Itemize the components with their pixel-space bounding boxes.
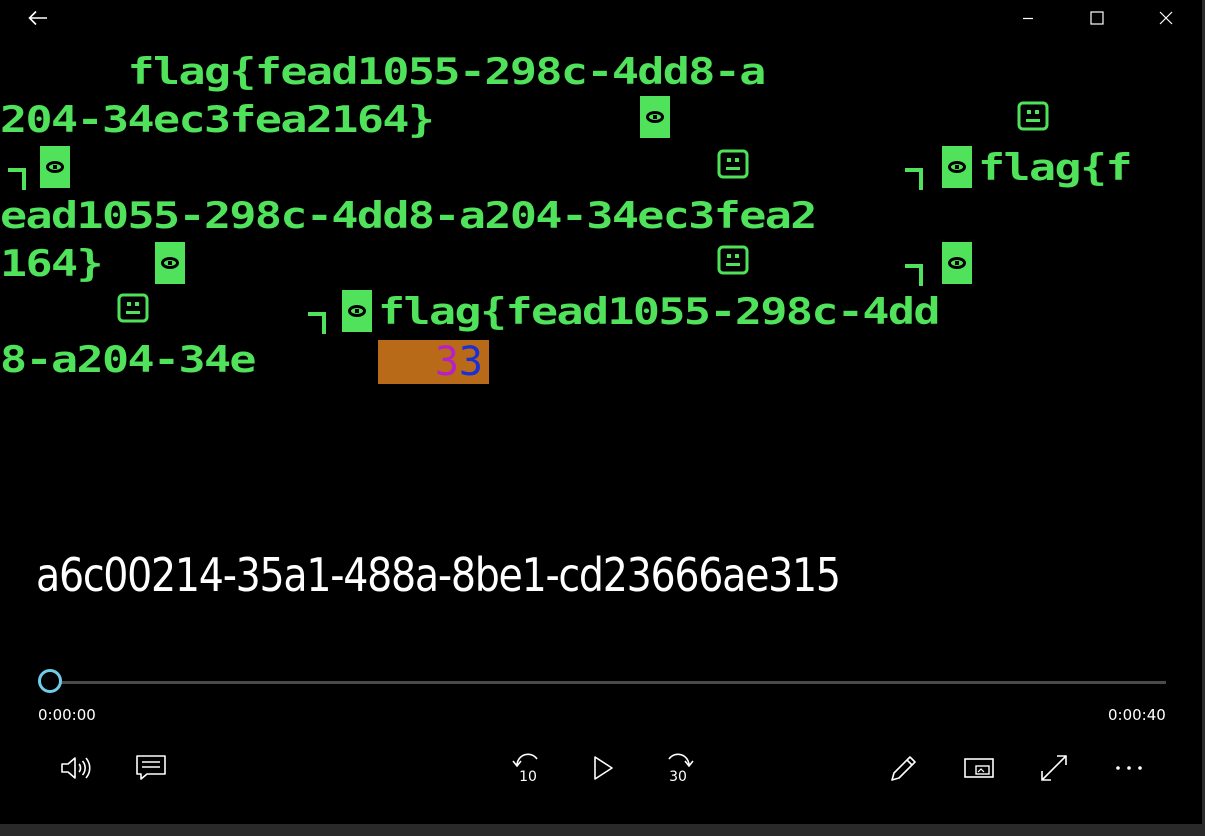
fullscreen-icon [1041, 755, 1067, 781]
mini-view-icon [964, 758, 994, 778]
skip-back-10-button[interactable]: 10 [505, 745, 551, 791]
eye-glyph [40, 146, 70, 188]
hook-glyph [8, 168, 26, 190]
video-overlay-box: 3 3 [378, 340, 489, 384]
close-icon [1159, 11, 1173, 25]
edit-button[interactable] [881, 745, 927, 791]
eye-glyph [155, 242, 185, 284]
eye-glyph [640, 96, 670, 138]
maximize-icon [1090, 11, 1104, 25]
video-frame[interactable]: flag{fead1055-298c-4dd8-a 204-34ec3fea21… [0, 50, 1200, 390]
smiley-glyph [1017, 101, 1049, 131]
back-arrow-icon [28, 10, 47, 26]
hook-glyph [905, 264, 923, 286]
overlay-digit: 3 [458, 339, 483, 385]
maximize-button[interactable] [1074, 0, 1120, 36]
skip-back-label: 10 [519, 769, 537, 785]
skip-forward-label: 30 [669, 769, 687, 785]
eye-glyph [942, 242, 972, 284]
more-options-button[interactable] [1106, 745, 1152, 791]
mini-view-button[interactable] [956, 745, 1002, 791]
close-button[interactable] [1143, 0, 1189, 36]
more-options-icon [1116, 766, 1142, 770]
skip-forward-30-button[interactable]: 30 [655, 745, 701, 791]
minimize-icon [1023, 17, 1033, 20]
hook-glyph [308, 312, 326, 334]
volume-icon [61, 757, 91, 779]
window-border [0, 824, 1205, 836]
total-time: 0:00:40 [1108, 706, 1166, 724]
hook-glyph [905, 168, 923, 190]
edit-pencil-icon [891, 756, 916, 781]
volume-button[interactable] [53, 745, 99, 791]
smiley-glyph [717, 149, 749, 179]
video-text-line: 164} [0, 241, 104, 285]
video-text-line: 204-34ec3fea2164} [0, 97, 435, 141]
video-text-line: flag{fead1055-298c-4dd8-a [0, 50, 766, 93]
fullscreen-button[interactable] [1031, 745, 1077, 791]
eye-glyph [942, 146, 972, 188]
seek-thumb[interactable] [38, 669, 62, 693]
eye-glyph [342, 290, 372, 332]
play-icon [594, 756, 613, 780]
title-bar [0, 0, 1205, 36]
captions-icon [136, 755, 166, 780]
media-player-window: flag{fead1055-298c-4dd8-a 204-34ec3fea21… [0, 0, 1205, 836]
media-title: a6c00214-35a1-488a-8be1-cd23666ae315 [36, 548, 841, 602]
minimize-button[interactable] [1005, 0, 1051, 36]
play-button[interactable] [580, 745, 626, 791]
video-text-line: 8-a204-34e [0, 337, 257, 381]
video-text-line: ead1055-298c-4dd8-a204-34ec3fea2 [0, 193, 817, 237]
back-button[interactable] [15, 0, 61, 36]
overlay-digit: 3 [434, 339, 459, 385]
video-text-line: flag{f [978, 145, 1133, 189]
captions-button[interactable] [128, 745, 174, 791]
smiley-glyph [117, 293, 149, 323]
current-time: 0:00:00 [38, 706, 96, 724]
smiley-glyph [717, 245, 749, 275]
video-text-line: flag{fead1055-298c-4dd [378, 289, 940, 333]
seek-track[interactable] [52, 681, 1166, 684]
